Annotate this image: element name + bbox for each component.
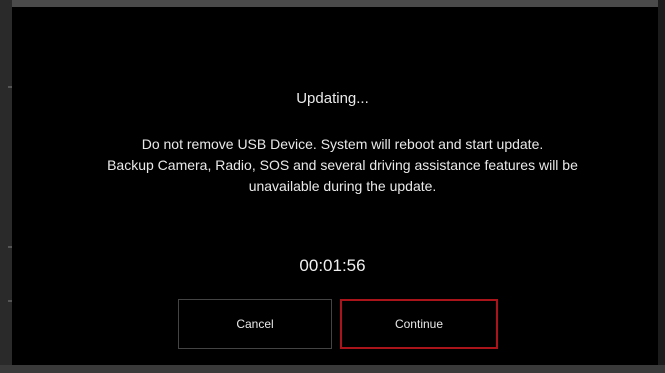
message-line: Do not remove USB Device. System will re… <box>141 136 544 152</box>
message-line: Backup Camera, Radio, SOS and several dr… <box>107 157 578 173</box>
message-line: unavailable during the update. <box>248 178 437 194</box>
cancel-button[interactable]: Cancel <box>178 299 332 349</box>
dialog-message: Do not remove USB Device. System will re… <box>40 134 645 197</box>
infotainment-screen: Updating... Do not remove USB Device. Sy… <box>0 0 665 373</box>
cancel-button-label: Cancel <box>236 317 274 331</box>
bezel-top <box>0 0 665 7</box>
bezel-left <box>0 0 12 373</box>
dialog-title: Updating... <box>296 90 369 107</box>
bezel-right <box>658 0 665 373</box>
continue-button[interactable]: Continue <box>340 299 498 349</box>
continue-button-label: Continue <box>394 317 444 331</box>
bezel-bottom <box>0 365 665 373</box>
countdown-timer: 00:01:56 <box>299 256 366 275</box>
